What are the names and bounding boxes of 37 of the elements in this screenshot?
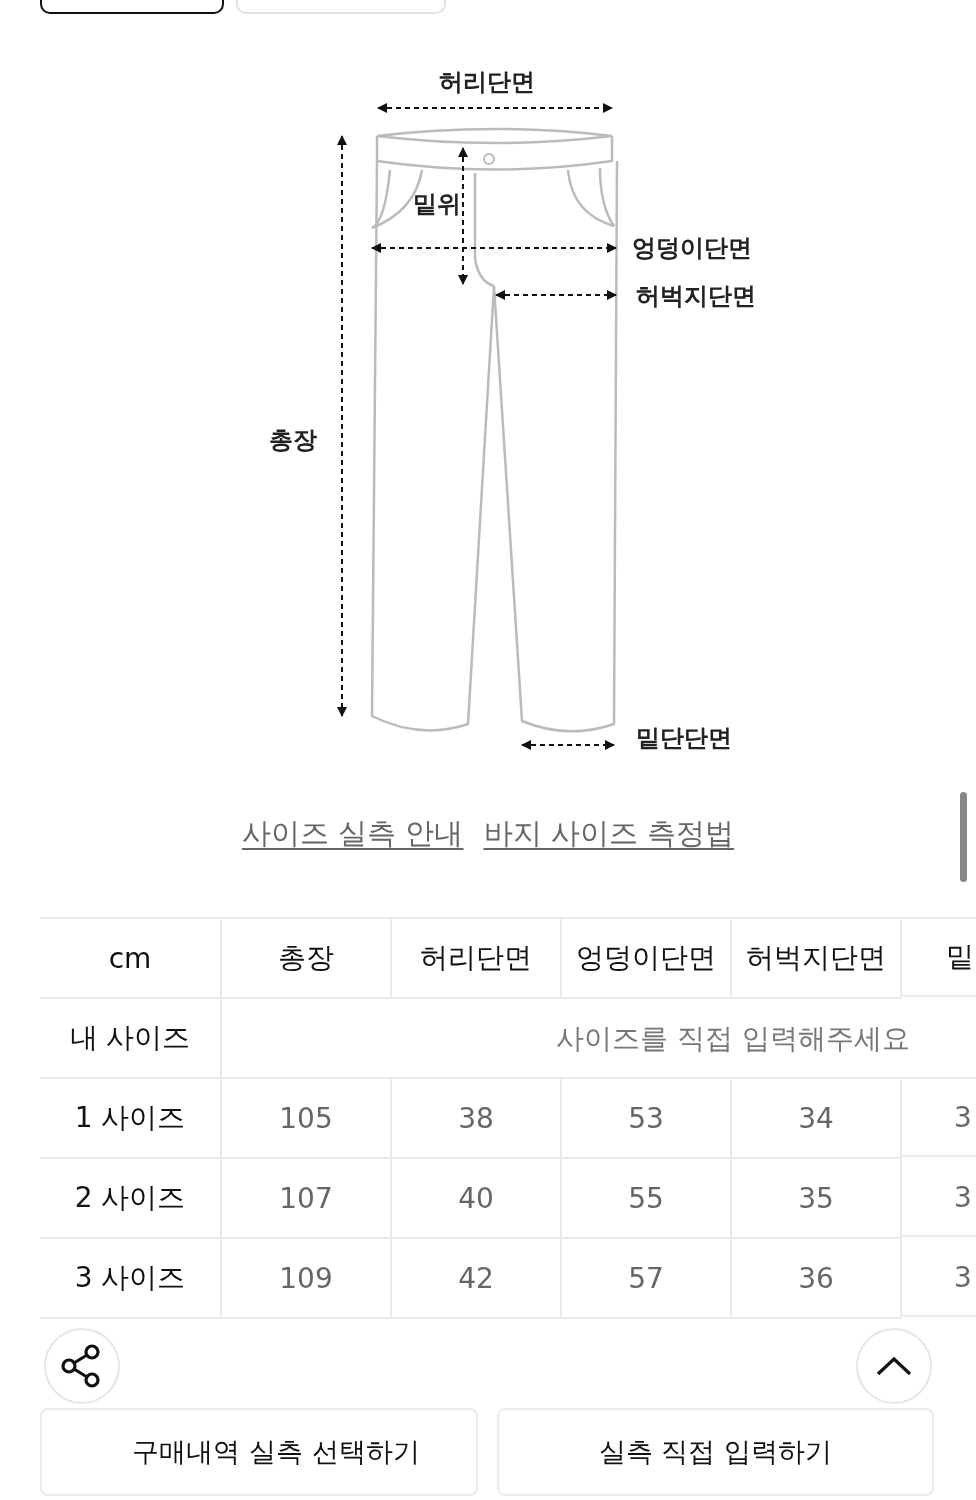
measure-label: 허벅지단면 <box>636 282 756 310</box>
measure-label: 총장 <box>269 426 317 454</box>
column-header: 총장 <box>222 919 392 999</box>
measure-label: 밑단단면 <box>636 724 732 752</box>
table-cell: 3 <box>902 1079 976 1157</box>
table-cell: 57 <box>562 1239 732 1319</box>
guide-link[interactable]: 사이즈 실측 안내 <box>242 814 464 854</box>
action-button[interactable]: 실측 직접 입력하기 <box>497 1408 934 1496</box>
table-cell: 55 <box>562 1159 732 1239</box>
table-cell: 3 <box>902 1239 976 1317</box>
measure-label: 허리단면 <box>439 68 535 96</box>
column-header: 엉덩이단면 <box>562 919 732 999</box>
table-cell: 40 <box>392 1159 562 1239</box>
table-cell: 3 <box>902 1159 976 1237</box>
table-cell: 42 <box>392 1239 562 1319</box>
table-cell: 38 <box>392 1079 562 1159</box>
table-cell: 107 <box>222 1159 392 1239</box>
table-cell: 34 <box>732 1079 902 1159</box>
row-label: 내 사이즈 <box>40 999 222 1079</box>
table-cell: 36 <box>732 1239 902 1319</box>
chevron-up-icon <box>876 1356 912 1376</box>
table-cell: 35 <box>732 1159 902 1239</box>
column-header: 밑 <box>902 919 976 997</box>
table-cell: 53 <box>562 1079 732 1159</box>
column-header: 허벅지단면 <box>732 919 902 999</box>
measure-label: 밑위 <box>413 190 461 218</box>
row-label: 3 사이즈 <box>40 1239 222 1319</box>
table-cell: 105 <box>222 1079 392 1159</box>
table-cell: 109 <box>222 1239 392 1319</box>
row-label: 1 사이즈 <box>40 1079 222 1159</box>
column-header: cm <box>40 919 222 999</box>
action-button[interactable]: 구매내역 실측 선택하기 <box>40 1408 478 1496</box>
row-label: 2 사이즈 <box>40 1159 222 1239</box>
guide-link[interactable]: 바지 사이즈 측정법 <box>483 814 734 854</box>
column-header: 허리단면 <box>392 919 562 999</box>
size-input-field[interactable]: 사이즈를 직접 입력해주세요 <box>222 999 976 1077</box>
measure-label: 엉덩이단면 <box>632 234 752 262</box>
